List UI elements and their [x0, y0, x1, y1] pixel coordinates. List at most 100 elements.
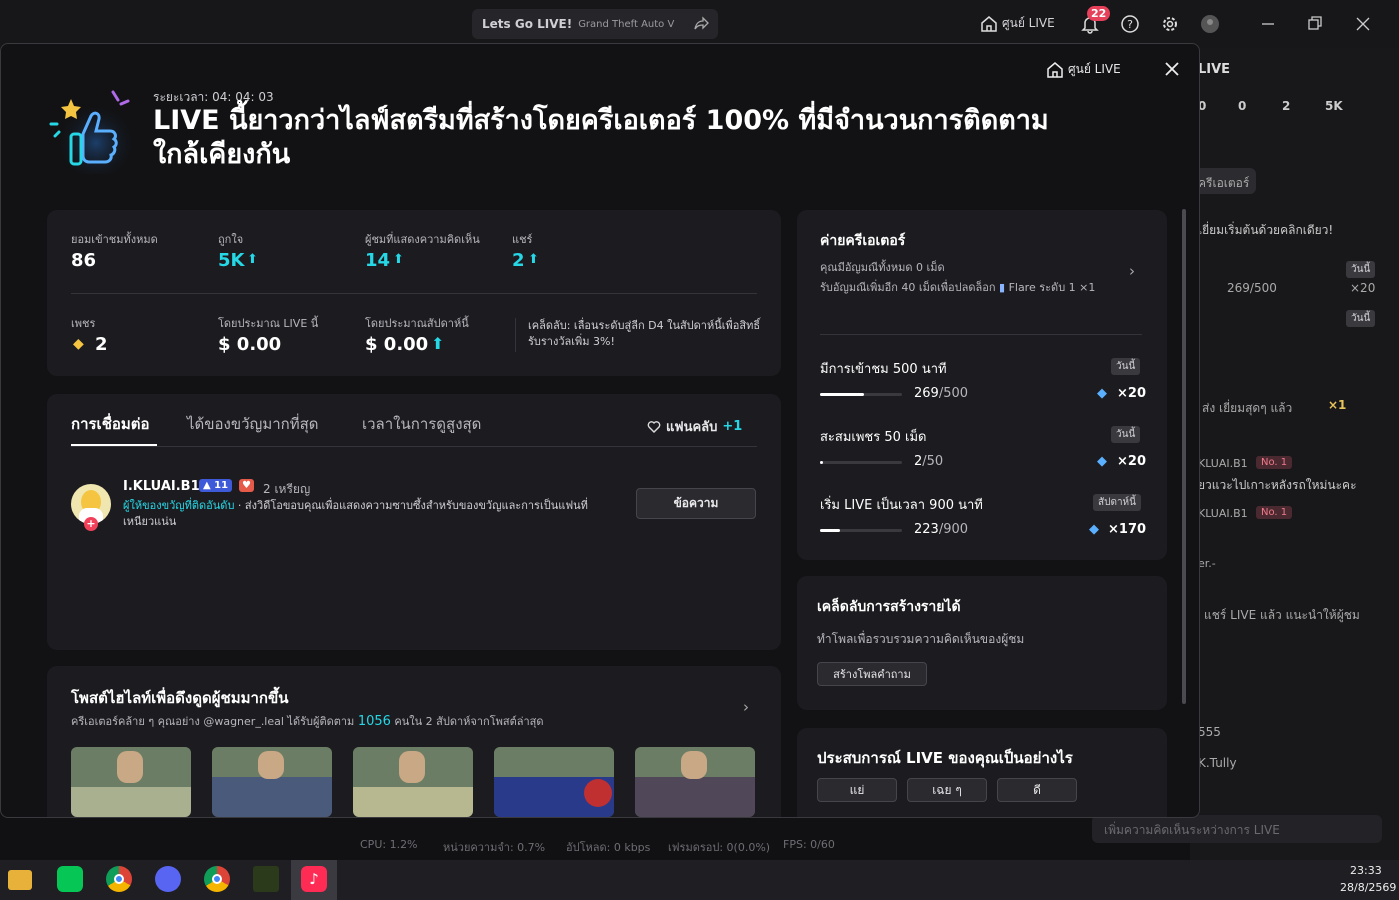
minimize-icon[interactable]: [1258, 14, 1278, 34]
game-app-icon[interactable]: [253, 866, 279, 892]
task-progress-bar: [820, 529, 902, 532]
task-tag: วันนี้: [1111, 426, 1141, 443]
task-reward: ×170: [1108, 522, 1147, 537]
diamonds-value: 2: [95, 334, 108, 355]
task-title: เริ่ม LIVE เป็นเวลา 900 นาที: [820, 498, 983, 513]
highlight-title: โพสต์ไฮไลท์เพื่อดึงดูดผู้ชมมากขึ้น: [71, 689, 289, 707]
bg-today-tag-2: วันนี้: [1346, 310, 1376, 327]
video-thumbnail[interactable]: [353, 747, 473, 817]
close-icon[interactable]: [1163, 60, 1181, 78]
share-icon[interactable]: [694, 15, 710, 31]
tab-connections[interactable]: การเชื่อมต่อ: [71, 412, 150, 436]
bg-today-tag-1: วันนี้: [1346, 261, 1376, 278]
modal-scrollbar[interactable]: [1182, 209, 1186, 704]
tab-top-watch-time[interactable]: เวลาในการดูสูงสุด: [362, 412, 481, 436]
taskbar-date: 28/8/2569: [1340, 881, 1397, 894]
diamond-icon: ◆: [73, 336, 84, 352]
add-follow-icon[interactable]: +: [84, 517, 98, 531]
video-thumbnail[interactable]: [635, 747, 755, 817]
task-total: /50: [922, 454, 944, 469]
creator-camp-unlock: รับอัญมณีเพิ่มอีก 40 เม็ดเพื่อปลดล็อก ▮ …: [820, 280, 1115, 296]
tiktok-live-taskbar-item[interactable]: ♪: [291, 860, 337, 900]
task-tag: วันนี้: [1111, 358, 1141, 375]
creator-camp-gems: คุณมีอัญมณีทั้งหมด 0 เม็ด: [820, 261, 945, 274]
tab-divider: [71, 446, 757, 447]
connection-card: การเชื่อมต่อ ได้ของขวัญมากที่สุด เวลาในก…: [47, 394, 781, 650]
chrome-profile-icon[interactable]: [204, 866, 230, 892]
stats-card: ยอมเข้าชมทั้งหมด 86 ถูกใจ 5K ⬆ ผู้ชมที่แ…: [47, 210, 781, 376]
create-poll-button[interactable]: สร้างโพลคำถาม: [817, 662, 927, 686]
task-progress-text: 2/50: [914, 454, 943, 469]
live-hub-button[interactable]: ศูนย์ LIVE: [980, 14, 1055, 33]
bg-stat-1: 0: [1238, 99, 1247, 113]
rating-good-button[interactable]: ดี: [997, 778, 1077, 802]
shares-label: แชร์: [512, 233, 533, 246]
income-tips-title: เคล็ดลับการสร้างรายได้: [817, 599, 961, 615]
flare-icon: ▮: [999, 281, 1006, 294]
tab-top-gifters[interactable]: ได้ของขวัญมากที่สุด: [187, 412, 319, 436]
unlock-reward: Flare ระดับ 1 ×1: [1008, 281, 1096, 294]
est-live-label: โดยประมาณ LIVE นี้: [218, 317, 319, 330]
cpu-stat: CPU: 1.2%: [360, 838, 418, 851]
taskbar-time: 23:33: [1350, 864, 1382, 877]
line-app-icon[interactable]: [57, 866, 83, 892]
notification-badge: 22: [1087, 6, 1111, 21]
task-total: /900: [938, 522, 969, 537]
bg-comment1-user: KLUAI.B1: [1198, 457, 1248, 470]
discord-icon[interactable]: [155, 866, 181, 892]
task-title: มีการเข้าชม 500 นาที: [820, 362, 947, 377]
fan-club-indicator[interactable]: แฟนคลับ +1: [647, 416, 742, 437]
gem-icon: ◆: [1089, 522, 1099, 537]
task-progress-bar: [820, 461, 902, 464]
income-tips-desc: ทำโพลเพื่อรวบรวมความคิดเห็นของผู้ชม: [817, 632, 1025, 646]
fan-club-label: แฟนคลับ: [666, 420, 718, 435]
avatar-icon[interactable]: [1200, 14, 1220, 34]
memory-stat: หน่วยความจำ: 0.7%: [443, 841, 546, 854]
league-tip: เคล็ดลับ: เลื่อนระดับสู่ลีก D4 ในสัปดาห์…: [528, 319, 761, 348]
summary-headline: LIVE นี้ยาวกว่าไลฟ์สตรีมที่สร้างโดยครีเอ…: [153, 105, 1049, 170]
heart-shield-icon: [647, 420, 661, 433]
help-icon[interactable]: ?: [1120, 14, 1140, 34]
video-thumbnail[interactable]: [494, 747, 614, 817]
commenters-label: ผู้ชมที่แสดงความคิดเห็น: [365, 233, 480, 246]
creator-camp-title: ค่ายครีเอเตอร์: [820, 233, 906, 249]
restore-icon[interactable]: [1305, 14, 1325, 34]
chevron-right-icon[interactable]: ›: [743, 698, 749, 716]
live-summary-modal: ศูนย์ LIVE ระยะเวลา: 04: 04: 03 LIVE นี้…: [0, 43, 1200, 818]
bg-invite: เยี่ยมเริ่มต้นด้วยคลิกเดียว!: [1198, 223, 1334, 237]
unlock-text: รับอัญมณีเพิ่มอีก 40 เม็ดเพื่อปลดล็อก: [820, 281, 996, 294]
home-icon: [981, 15, 997, 32]
rating-neutral-button[interactable]: เฉย ๆ: [907, 778, 987, 802]
chevron-right-icon[interactable]: ›: [1129, 262, 1135, 280]
commenters-up-icon: ⬆: [393, 252, 404, 267]
frame-drop-stat: เฟรมดรอป: 0(0.0%): [668, 841, 771, 854]
task-progress-text: 269/500: [914, 386, 968, 401]
modal-hub-button[interactable]: ศูนย์ LIVE: [1046, 60, 1121, 79]
message-button[interactable]: ข้อความ: [636, 488, 756, 519]
upload-stat: อัปโหลด: 0 kbps: [566, 841, 651, 854]
bg-stat-2: 2: [1282, 99, 1291, 113]
task-reward: ×20: [1117, 386, 1146, 401]
bg-creator-tag: ครีเอเตอร์: [1192, 168, 1256, 194]
close-window-icon[interactable]: [1353, 14, 1373, 34]
task-current: 223: [914, 522, 939, 537]
file-explorer-icon[interactable]: [8, 870, 32, 890]
bg-title: LIVE: [1198, 62, 1231, 77]
gear-icon[interactable]: [1160, 14, 1180, 34]
est-live-value: $ 0.00: [218, 334, 282, 355]
experience-card: ประสบการณ์ LIVE ของคุณเป็นอย่างไร แย่ เฉ…: [797, 728, 1167, 817]
chrome-icon[interactable]: [106, 866, 132, 892]
rating-bad-button[interactable]: แย่: [817, 778, 897, 802]
bg-comment-input[interactable]: เพิ่มความคิดเห็นระหว่างการ LIVE: [1092, 815, 1382, 843]
live-hub-label: ศูนย์ LIVE: [1002, 16, 1055, 30]
video-thumbnail[interactable]: [71, 747, 191, 817]
video-thumbnail[interactable]: [212, 747, 332, 817]
stream-title-pill[interactable]: Lets Go LIVE! Grand Theft Auto V: [472, 9, 718, 39]
commenters-value: 14: [365, 250, 391, 271]
thumbs-up-icon: [49, 90, 136, 174]
likes-value: 5K: [218, 250, 245, 271]
bg-gift-text: ส่ง เยี่ยมสุดๆ แล้ว: [1202, 401, 1293, 415]
modal-hub-label: ศูนย์ LIVE: [1068, 62, 1121, 76]
fps-stat: FPS: 0/60: [783, 838, 835, 851]
bg-user3: er.-: [1198, 557, 1216, 570]
